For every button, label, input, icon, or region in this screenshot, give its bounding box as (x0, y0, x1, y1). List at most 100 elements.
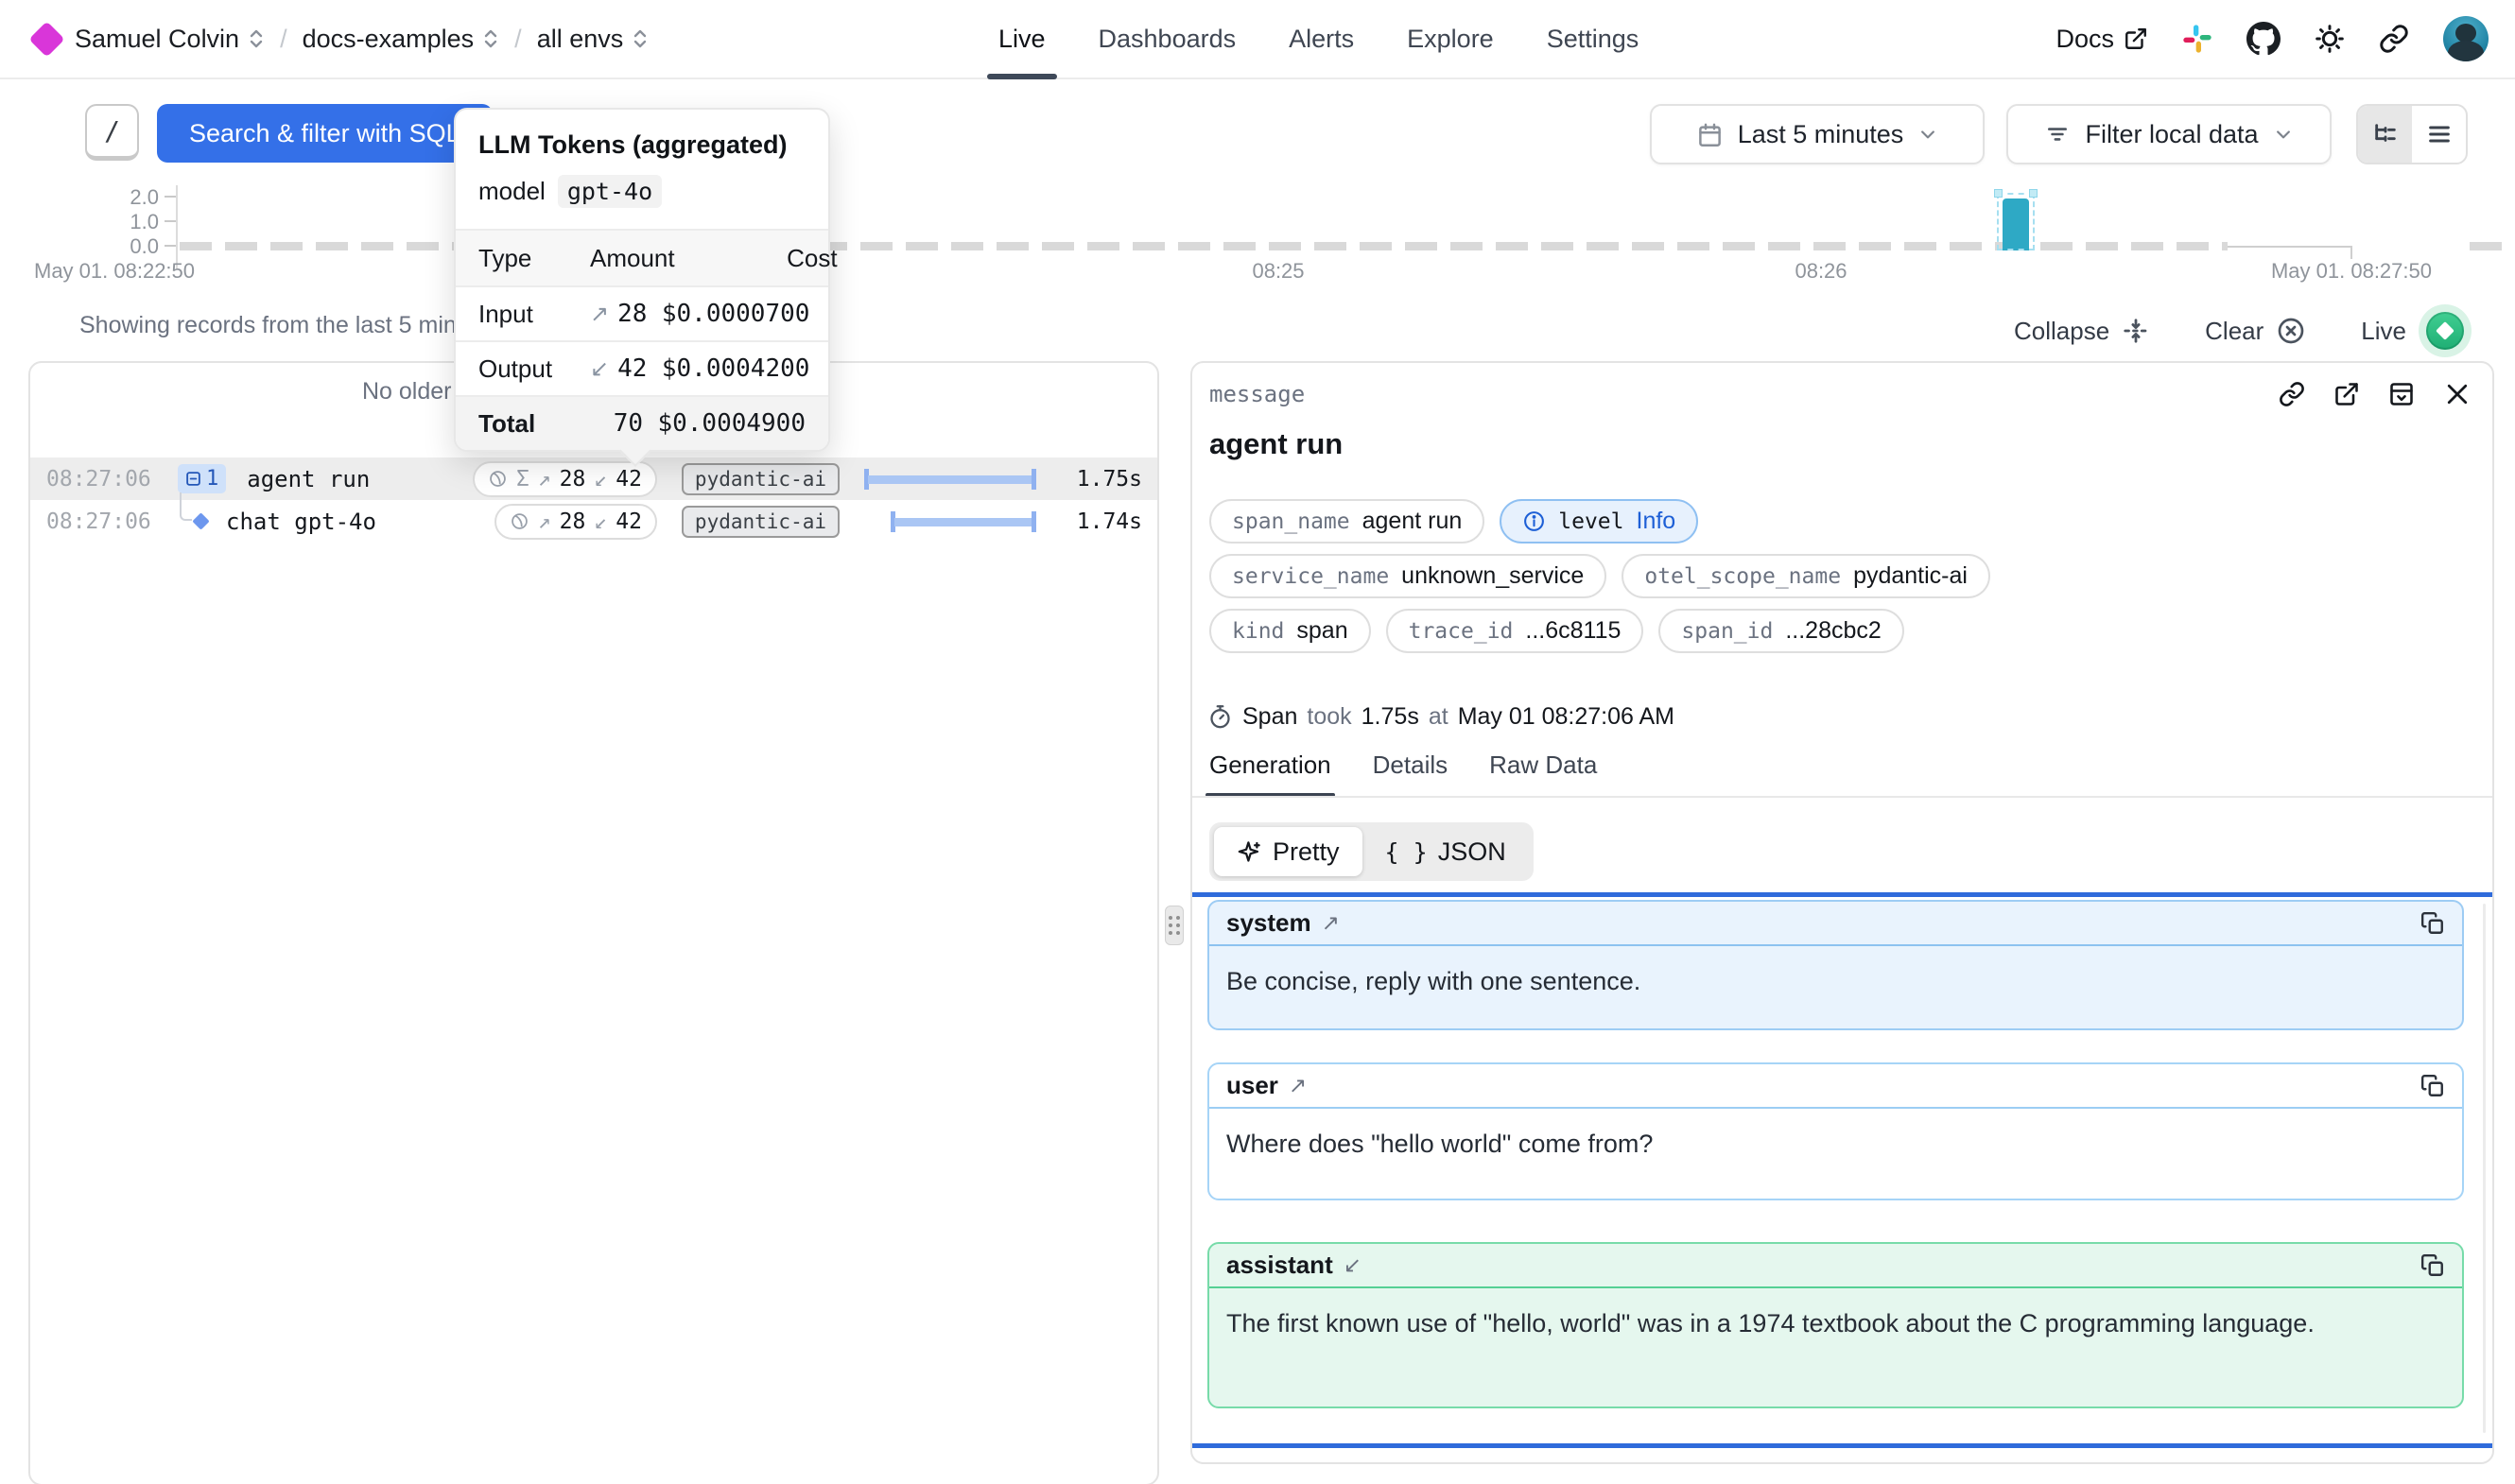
share-link-icon[interactable] (2379, 24, 2409, 54)
copy-icon[interactable] (2420, 1253, 2445, 1278)
env-selector[interactable]: all envs (537, 25, 650, 54)
trace-list-panel: No older records 08:27:06 1 agent run Σ … (28, 361, 1159, 1484)
time-range-dropdown[interactable]: Last 5 minutes (1650, 104, 1985, 164)
pill-key: trace_id (1409, 619, 1514, 644)
row-cost: $0.0004200 (647, 354, 809, 383)
filter-local-data-dropdown[interactable]: Filter local data (2006, 104, 2332, 164)
close-icon[interactable] (2443, 380, 2472, 408)
pill-service-name[interactable]: service_name unknown_service (1209, 554, 1606, 598)
axis-endline (2228, 246, 2350, 248)
copy-icon[interactable] (2420, 1074, 2445, 1098)
scope-badge[interactable]: pydantic-ai (682, 506, 840, 538)
duration-bar (864, 510, 1036, 533)
records-timeline-chart[interactable]: 2.0 1.0 0.0 May 01. 08:22:50 08:25 08:26… (0, 176, 2515, 293)
json-option[interactable]: { } JSON (1362, 827, 1529, 876)
row-type: Output (478, 354, 590, 384)
collapse-children-badge[interactable]: 1 (178, 464, 226, 493)
message-card-header: user ↗ (1209, 1064, 2462, 1109)
tab-explore[interactable]: Explore (1407, 0, 1494, 78)
pretty-option[interactable]: Pretty (1214, 827, 1362, 876)
record-kind-label: message (1209, 381, 1305, 407)
token-usage-chip[interactable]: ↗ 28 ↙ 42 (494, 504, 657, 540)
row-type: Input (478, 300, 590, 329)
pill-value: ...6c8115 (1525, 617, 1621, 645)
org-selector[interactable]: Samuel Colvin (75, 25, 265, 54)
took-span-word: Span (1242, 703, 1297, 731)
message-card-assistant: assistant ↙ The first known use of "hell… (1207, 1242, 2464, 1408)
list-view-button[interactable] (2412, 106, 2466, 163)
copy-link-icon[interactable] (2279, 381, 2305, 407)
panel-resize-handle[interactable] (1165, 906, 1184, 945)
scroll-shadow-top (1192, 892, 2492, 897)
docs-link[interactable]: Docs (2055, 25, 2148, 54)
token-row-input: Input ↗ 28 $0.0000700 (456, 285, 828, 340)
collapse-button[interactable]: Collapse (2014, 317, 2150, 346)
trace-row-meta: Σ ↗ 28 ↙ 42 pydantic-ai 1.75s (473, 461, 1142, 497)
tab-dashboards[interactable]: Dashboards (1099, 0, 1237, 78)
clear-button[interactable]: Clear (2205, 316, 2306, 346)
open-external-icon[interactable] (2333, 381, 2360, 407)
user-avatar[interactable] (2443, 16, 2489, 61)
pill-span-id[interactable]: span_id ...28cbc2 (1658, 609, 1903, 653)
clear-label: Clear (2205, 317, 2264, 346)
scrollbar-track[interactable] (2483, 904, 2486, 1433)
token-usage-chip[interactable]: Σ ↗ 28 ↙ 42 (473, 461, 657, 497)
env-name: all envs (537, 25, 624, 54)
scope-badge[interactable]: pydantic-ai (682, 463, 840, 495)
x-label-start: May 01. 08:22:50 (34, 259, 195, 284)
dock-panel-icon[interactable] (2388, 381, 2415, 407)
tab-details[interactable]: Details (1373, 751, 1448, 797)
org-name: Samuel Colvin (75, 25, 239, 54)
copy-icon[interactable] (2420, 911, 2445, 936)
pill-trace-id[interactable]: trace_id ...6c8115 (1386, 609, 1644, 653)
theme-toggle-icon[interactable] (2315, 24, 2345, 54)
grip-dots-icon (1169, 916, 1180, 935)
tab-live[interactable]: Live (998, 0, 1046, 78)
row-type: Total (478, 409, 590, 439)
top-nav-bar: Samuel Colvin / docs-examples / all envs… (0, 0, 2515, 79)
sparkle-icon (1237, 839, 1262, 865)
tab-generation[interactable]: Generation (1209, 751, 1331, 797)
pill-span-name[interactable]: span_name agent run (1209, 499, 1484, 544)
tab-raw-data[interactable]: Raw Data (1489, 751, 1597, 797)
selection-handle[interactable] (1994, 189, 2003, 198)
tab-alerts[interactable]: Alerts (1289, 0, 1354, 78)
chevron-down-icon (1918, 125, 1937, 144)
input-tokens: 28 (560, 467, 586, 492)
arrow-down-left-icon: ↙ (594, 467, 607, 492)
x-label-0826: 08:26 (1783, 259, 1859, 284)
breadcrumb-separator: / (514, 25, 522, 54)
live-label: Live (2361, 317, 2406, 346)
trace-row-agent-run[interactable]: 08:27:06 1 agent run Σ ↗ 28 ↙ 42 pydant (30, 457, 1157, 500)
pill-level[interactable]: level Info (1500, 499, 1698, 544)
search-filter-sql-button[interactable]: Search & filter with SQL (157, 104, 493, 163)
slack-icon[interactable] (2182, 24, 2212, 54)
tree-view-button[interactable] (2358, 106, 2412, 163)
y-tick-2: 2.0 (93, 185, 159, 210)
scroll-shadow-bottom (1192, 1443, 2492, 1448)
col-amount: Amount (590, 244, 675, 273)
pill-kind[interactable]: kind span (1209, 609, 1371, 653)
sigma-icon: Σ (516, 467, 529, 492)
tab-settings[interactable]: Settings (1547, 0, 1639, 78)
pill-value: unknown_service (1401, 562, 1584, 590)
llm-tokens-tooltip: LLM Tokens (aggregated) model gpt-4o Typ… (454, 108, 830, 452)
github-icon[interactable] (2246, 22, 2281, 56)
pill-otel-scope[interactable]: otel_scope_name pydantic-ai (1622, 554, 1990, 598)
docs-label: Docs (2055, 25, 2114, 54)
arrow-down-left-icon: ↙ (590, 355, 609, 383)
chevron-down-icon (2274, 125, 2293, 144)
y-tick-1: 1.0 (93, 210, 159, 234)
model-value-chip: gpt-4o (558, 175, 662, 208)
trace-time: 08:27:06 (46, 467, 152, 492)
project-name: docs-examples (303, 25, 475, 54)
child-count: 1 (206, 467, 218, 491)
output-tokens: 42 (616, 509, 642, 534)
main-nav: Live Dashboards Alerts Explore Settings (998, 0, 1639, 78)
bar-fill (868, 475, 1032, 484)
selection-handle[interactable] (2029, 189, 2038, 198)
trace-row-chat-gpt4o[interactable]: 08:27:06 chat gpt-4o ↗ 28 ↙ 42 pydantic-… (30, 500, 1157, 543)
project-selector[interactable]: docs-examples (303, 25, 500, 54)
live-toggle[interactable] (2419, 304, 2472, 357)
arrow-up-right-icon: ↗ (590, 301, 609, 328)
